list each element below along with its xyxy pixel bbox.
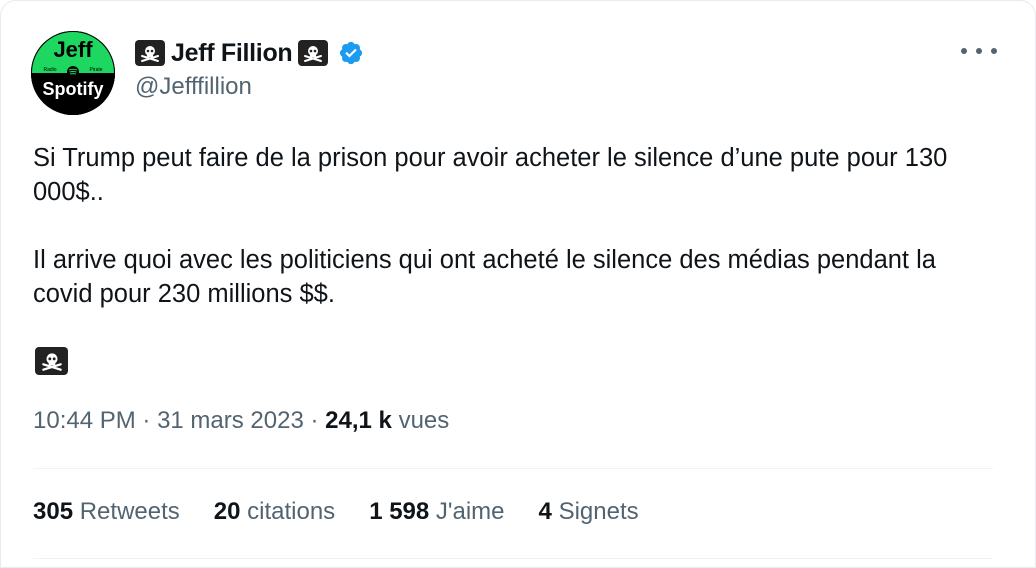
tweet-time[interactable]: 10:44 PM <box>33 407 136 435</box>
tweet-date[interactable]: 31 mars 2023 <box>157 407 304 435</box>
quotes-stat[interactable]: 20 citations <box>214 498 335 526</box>
tweet-meta: 10:44 PM · 31 mars 2023 · 24,1 k vues <box>33 407 449 435</box>
retweets-stat[interactable]: 305 Retweets <box>33 498 180 526</box>
tweet-card: Jeff Radio Pirate Spotify Jeff Fillion @… <box>0 0 1036 568</box>
retweets-label: Retweets <box>79 498 180 525</box>
bookmarks-count: 4 <box>538 498 552 525</box>
avatar-small-left: Radio <box>43 67 56 73</box>
views-count: 24,1 k <box>325 407 392 434</box>
skull-crossbones-icon <box>298 40 329 66</box>
avatar[interactable]: Jeff Radio Pirate Spotify <box>31 31 115 115</box>
author-name-row[interactable]: Jeff Fillion <box>135 37 364 69</box>
engagement-stats: 305 Retweets 20 citations 1 598 J'aime 4… <box>33 498 639 526</box>
likes-stat[interactable]: 1 598 J'aime <box>369 498 504 526</box>
skull-crossbones-icon <box>35 347 68 375</box>
avatar-bottom-text: Spotify <box>43 79 104 99</box>
views-label: vues <box>398 407 450 434</box>
bookmarks-stat[interactable]: 4 Signets <box>539 498 639 526</box>
divider <box>33 558 993 559</box>
quotes-label: citations <box>247 498 336 525</box>
more-options-icon[interactable] <box>961 39 997 63</box>
divider <box>33 468 993 469</box>
meta-separator: · <box>135 407 158 434</box>
author-handle[interactable]: @Jefffillion <box>135 73 252 101</box>
likes-count: 1 598 <box>369 498 430 525</box>
skull-crossbones-icon <box>135 40 165 66</box>
tweet-paragraph: Si Trump peut faire de la prison pour av… <box>33 144 948 206</box>
tweet-paragraph: Il arrive quoi avec les politiciens qui … <box>33 246 936 308</box>
quotes-count: 20 <box>213 498 241 525</box>
avatar-top-text: Jeff <box>53 37 93 62</box>
bookmarks-label: Signets <box>558 498 639 525</box>
retweets-count: 305 <box>33 498 74 525</box>
meta-separator: · <box>303 407 326 434</box>
avatar-small-right: Pirate <box>89 67 102 73</box>
author-display-name[interactable]: Jeff Fillion <box>171 39 293 68</box>
avatar-image: Jeff Radio Pirate Spotify <box>31 31 115 115</box>
likes-label: J'aime <box>435 498 505 525</box>
tweet-text: Si Trump peut faire de la prison pour av… <box>33 141 993 311</box>
verified-badge-icon[interactable] <box>338 40 364 66</box>
